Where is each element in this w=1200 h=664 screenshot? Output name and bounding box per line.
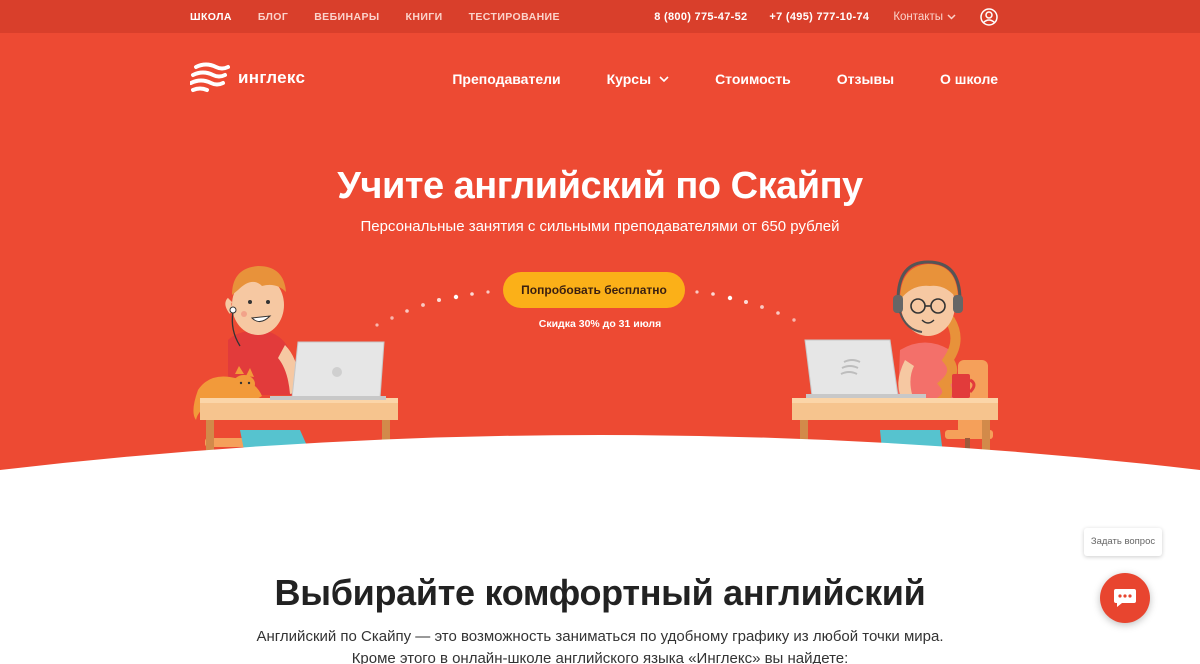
section-text-1: Английский по Скайпу — это возможность з… bbox=[256, 628, 944, 645]
ask-question-tooltip[interactable]: Задать вопрос bbox=[1084, 528, 1162, 556]
chat-button[interactable] bbox=[1100, 573, 1150, 623]
watch-lesson-label: Смотреть пример урока bbox=[547, 449, 675, 461]
hero-section: ШКОЛА БЛОГ ВЕБИНАРЫ КНИГИ ТЕСТИРОВАНИЕ 8… bbox=[0, 0, 1200, 500]
section-title: Выбирайте комфортный английский bbox=[274, 572, 926, 613]
try-free-button[interactable]: Попробовать бесплатно bbox=[503, 272, 685, 308]
discount-note: Скидка 30% до 31 июля bbox=[538, 318, 662, 330]
hero-wave bbox=[0, 435, 1200, 500]
section-text-2: Кроме этого в онлайн-школе английского я… bbox=[351, 650, 849, 664]
chat-bubble-icon bbox=[1114, 589, 1136, 607]
watch-lesson-link[interactable]: Смотреть пример урока bbox=[522, 446, 675, 464]
play-circle-icon bbox=[522, 446, 540, 464]
